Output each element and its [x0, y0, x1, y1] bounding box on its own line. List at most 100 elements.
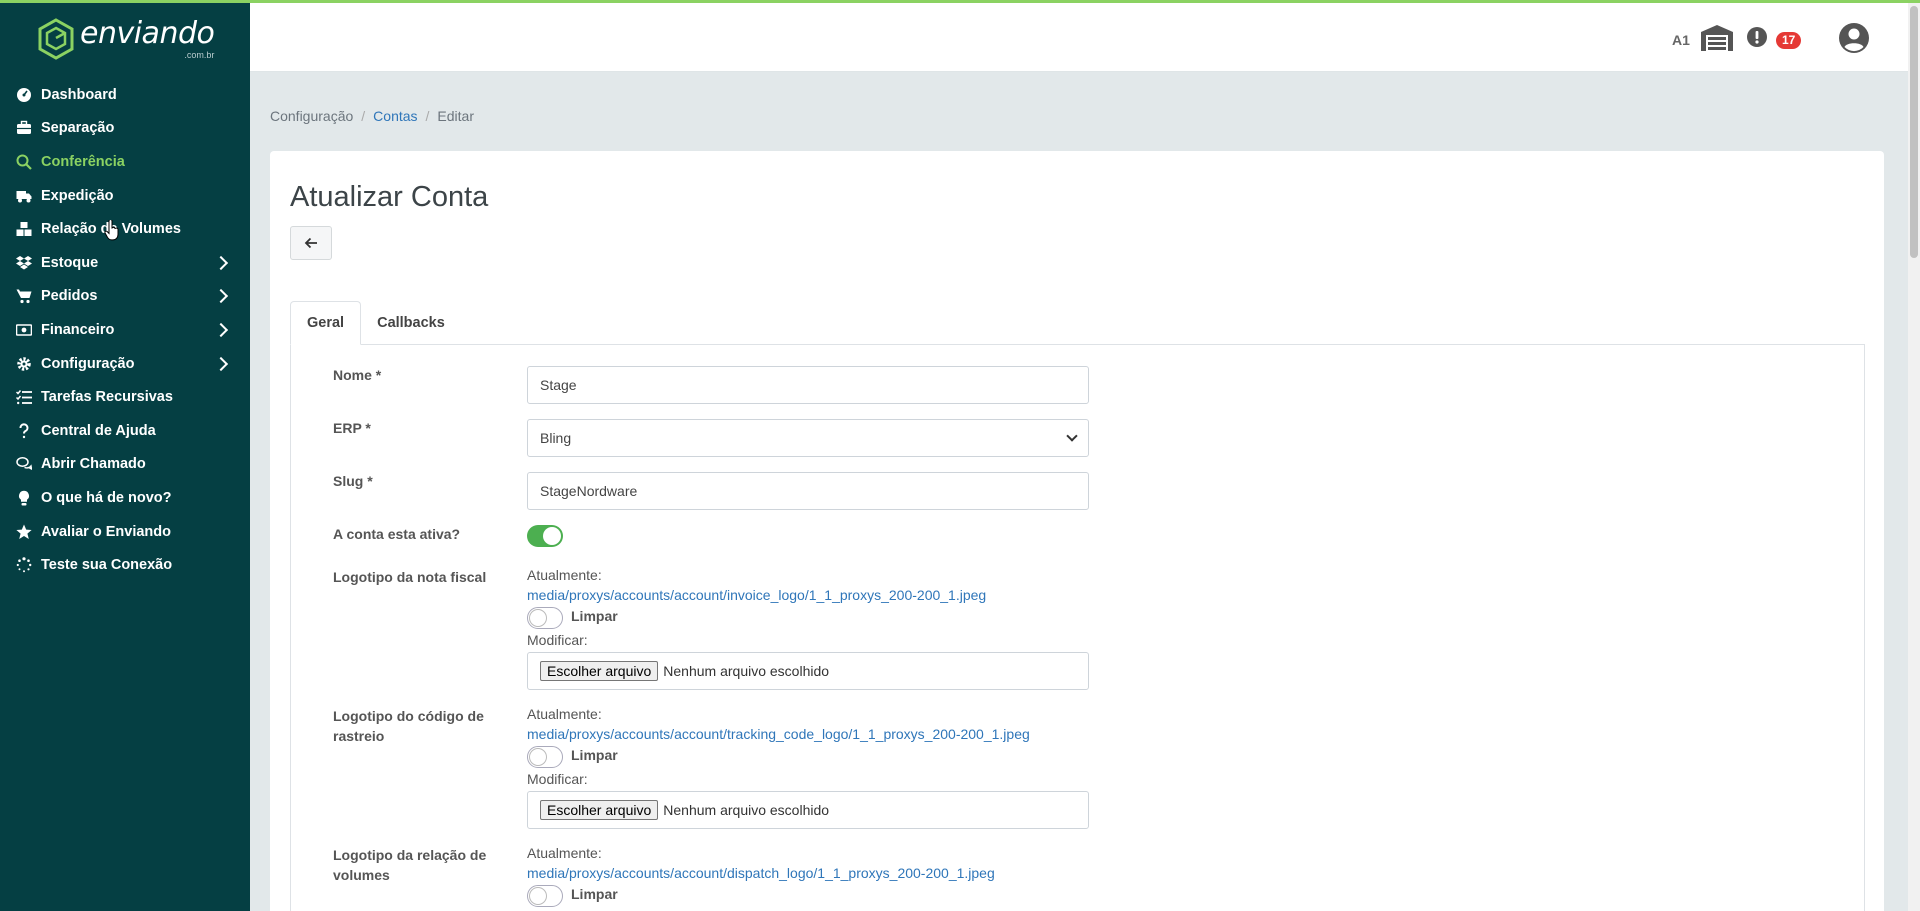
- boxes-icon: [14, 220, 34, 238]
- logo-rastreio-current-file-link[interactable]: media/proxys/accounts/account/tracking_c…: [527, 726, 1030, 742]
- spinner-icon: [14, 556, 34, 574]
- sidebar-item-label: Estoque: [41, 254, 99, 271]
- sidebar-item-estoque[interactable]: Estoque: [0, 246, 250, 280]
- logo-nf-label: Logotipo da nota fiscal: [333, 569, 487, 585]
- top-header: A1 17: [250, 0, 1908, 72]
- dropbox-icon: [14, 254, 34, 272]
- toggle-knob: [529, 748, 547, 766]
- sidebar-item-avaliar[interactable]: Avaliar o Enviando: [0, 515, 250, 549]
- notification-badge[interactable]: 17: [1776, 32, 1802, 49]
- arrow-left-icon: [304, 237, 317, 249]
- sidebar-item-label: Tarefas Recursivas: [41, 389, 173, 406]
- erp-label: ERP *: [333, 420, 371, 436]
- sidebar-item-pedidos[interactable]: Pedidos: [0, 280, 250, 314]
- sidebar-item-dashboard[interactable]: Dashboard: [0, 78, 250, 112]
- sidebar-item-ajuda[interactable]: Central de Ajuda: [0, 414, 250, 448]
- erp-select[interactable]: Bling: [527, 419, 1089, 457]
- sidebar-item-novidades[interactable]: O que há de novo?: [0, 481, 250, 515]
- tab-panel-geral: Nome * Stage ERP * Bling Slug * StageNor…: [290, 344, 1865, 911]
- logo-nf-clear-label: Limpar: [571, 608, 618, 624]
- slug-label: Slug *: [333, 473, 373, 489]
- logo-rastreio-clear-toggle[interactable]: [527, 746, 563, 768]
- logo-nf-clear-toggle[interactable]: [527, 607, 563, 629]
- sidebar-item-separacao[interactable]: Separação: [0, 112, 250, 146]
- slug-input[interactable]: StageNordware: [527, 472, 1089, 510]
- sidebar-item-conferencia[interactable]: Conferência: [0, 145, 250, 179]
- logo-volumes-current-file-link[interactable]: media/proxys/accounts/account/dispatch_l…: [527, 865, 995, 881]
- chevron-right-icon: [213, 356, 229, 371]
- brand-logo[interactable]: enviando .com.br: [0, 0, 250, 78]
- page-scrollbar[interactable]: [1908, 0, 1920, 911]
- logo-rastreio-modify-label: Modificar:: [527, 771, 588, 787]
- alert-icon[interactable]: [1746, 26, 1768, 48]
- sidebar-item-relacao-volumes[interactable]: Relação de Volumes: [0, 212, 250, 246]
- logo-volumes-clear-toggle[interactable]: [527, 885, 563, 907]
- logo-nf-current-label: Atualmente:: [527, 567, 602, 583]
- sidebar-item-label: Expedição: [41, 187, 114, 204]
- logo-rastreio-label: Logotipo do código de rastreio: [333, 708, 484, 744]
- chevron-right-icon: [213, 255, 229, 270]
- logo-volumes-label: Logotipo da relação de volumes: [333, 847, 487, 883]
- toggle-knob: [529, 609, 547, 627]
- logo-nf-file-input[interactable]: Escolher arquivo Nenhum arquivo escolhid…: [527, 652, 1089, 690]
- no-file-text: Nenhum arquivo escolhido: [663, 663, 830, 679]
- sidebar-item-label: Abrir Chamado: [41, 456, 146, 473]
- logo-nf-current-file-link[interactable]: media/proxys/accounts/account/invoice_lo…: [527, 587, 986, 603]
- toggle-knob: [543, 527, 561, 545]
- chevron-right-icon: [213, 322, 229, 338]
- choose-file-button[interactable]: Escolher arquivo: [540, 661, 659, 681]
- sidebar-item-label: Conferência: [41, 153, 125, 170]
- ativa-toggle[interactable]: [527, 525, 563, 547]
- sidebar-item-label: Separação: [41, 120, 115, 137]
- form-tabs: Geral Callbacks: [290, 301, 461, 345]
- toggle-knob: [529, 887, 547, 905]
- sidebar: enviando .com.br Dashboard Separação Con…: [0, 0, 250, 911]
- sidebar-item-label: Configuração: [41, 355, 135, 372]
- breadcrumb-configuracao: Configuração: [270, 108, 354, 124]
- brand-name: enviando: [80, 15, 215, 51]
- choose-file-button[interactable]: Escolher arquivo: [540, 800, 659, 820]
- brand-domain: .com.br: [184, 49, 215, 60]
- breadcrumb: Configuração / Contas / Editar: [270, 108, 474, 124]
- tasks-icon: [14, 388, 34, 406]
- logo-rastreio-clear-label: Limpar: [571, 747, 618, 763]
- logo-rastreio-file-input[interactable]: Escolher arquivo Nenhum arquivo escolhid…: [527, 791, 1089, 829]
- sidebar-item-tarefas[interactable]: Tarefas Recursivas: [0, 380, 250, 414]
- warehouse-icon[interactable]: [1700, 24, 1734, 52]
- lightbulb-icon: [14, 489, 34, 507]
- sidebar-item-chamado[interactable]: Abrir Chamado: [0, 448, 250, 482]
- gear-icon: [14, 355, 34, 373]
- sidebar-item-financeiro[interactable]: Financeiro: [0, 313, 250, 347]
- nome-label: Nome *: [333, 367, 382, 383]
- breadcrumb-separator: /: [361, 108, 366, 124]
- hand-cursor-icon: [104, 220, 119, 241]
- erp-selected-value: Bling: [540, 430, 572, 446]
- sidebar-item-label: Central de Ajuda: [41, 422, 156, 439]
- ativa-label: A conta esta ativa?: [333, 526, 461, 542]
- no-file-text: Nenhum arquivo escolhido: [663, 802, 830, 818]
- account-code[interactable]: A1: [1672, 32, 1690, 48]
- briefcase-icon: [14, 119, 34, 137]
- sidebar-item-expedicao[interactable]: Expedição: [0, 179, 250, 213]
- chevron-down-icon: [1066, 430, 1078, 442]
- user-avatar-icon[interactable]: [1838, 22, 1870, 54]
- chat-icon: [14, 455, 34, 473]
- sidebar-item-conexao[interactable]: Teste sua Conexão: [0, 548, 250, 582]
- tab-geral[interactable]: Geral: [290, 301, 362, 345]
- back-button[interactable]: [290, 226, 332, 260]
- sidebar-item-label: Financeiro: [41, 321, 115, 338]
- tab-callbacks[interactable]: Callbacks: [361, 301, 461, 345]
- logo-cube-icon: [38, 18, 74, 60]
- breadcrumb-separator: /: [425, 108, 430, 124]
- sidebar-item-configuracao[interactable]: Configuração: [0, 347, 250, 381]
- search-icon: [14, 153, 34, 171]
- scrollbar-thumb[interactable]: [1910, 6, 1918, 258]
- sidebar-item-label: Pedidos: [41, 288, 98, 305]
- star-icon: [14, 523, 34, 541]
- nome-input[interactable]: Stage: [527, 366, 1089, 404]
- sidebar-item-label: Dashboard: [41, 86, 117, 103]
- breadcrumb-contas-link[interactable]: Contas: [373, 108, 417, 124]
- sidebar-item-label: Teste sua Conexão: [41, 557, 173, 574]
- sidebar-nav: Dashboard Separação Conferência Expediçã…: [0, 78, 250, 582]
- account-form-card: Atualizar Conta Geral Callbacks Nome * S…: [270, 151, 1884, 911]
